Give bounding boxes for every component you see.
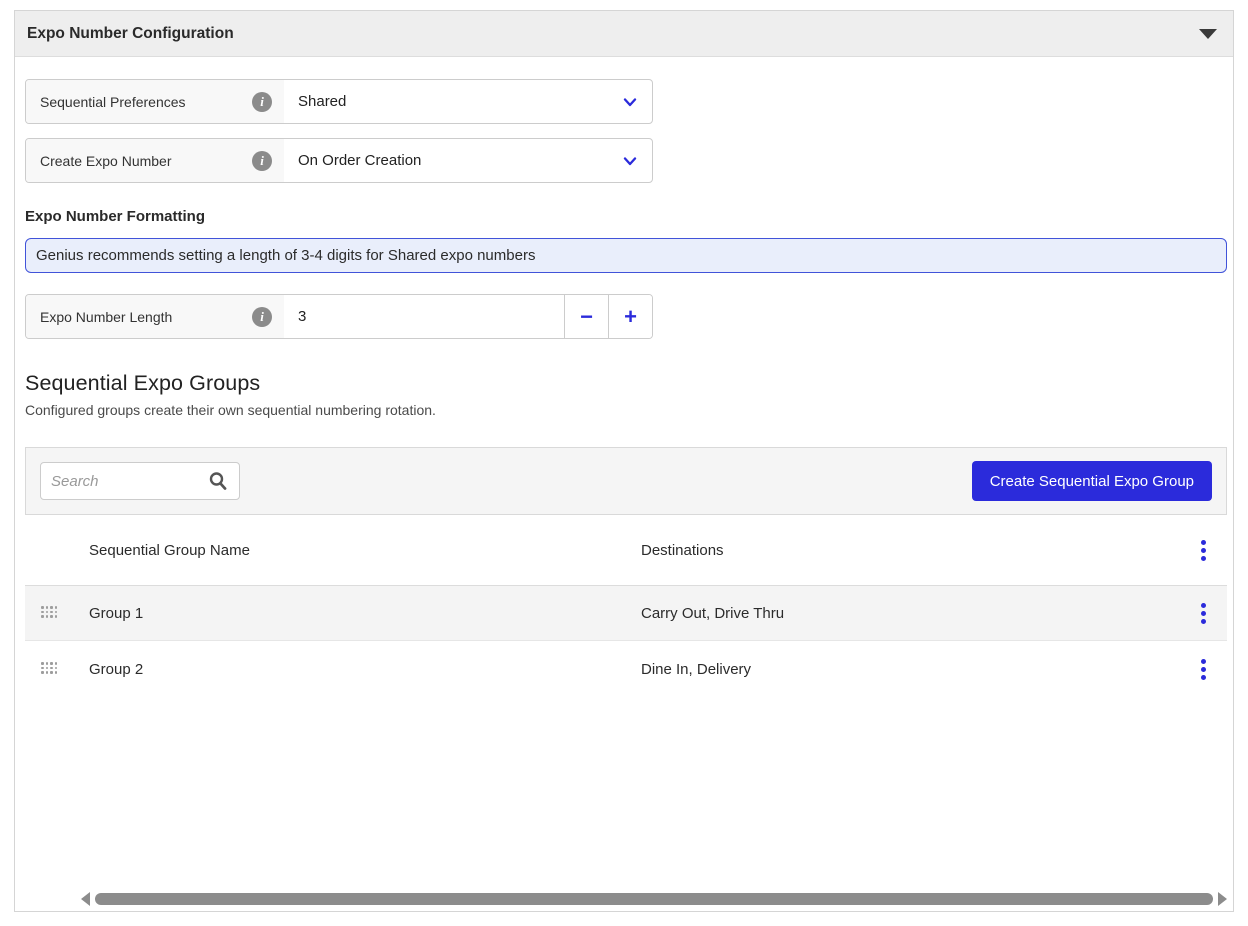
group-name: Group 2 xyxy=(89,661,641,678)
groups-toolbar: Create Sequential Expo Group xyxy=(25,447,1227,515)
search-box xyxy=(40,462,240,500)
drag-handle-icon[interactable] xyxy=(41,662,59,676)
table-row: Group 2 Dine In, Delivery xyxy=(25,641,1227,697)
groups-table-header: Sequential Group Name Destinations xyxy=(25,515,1227,585)
expo-number-length-field: Expo Number Length i 3 − + xyxy=(25,294,653,339)
info-icon[interactable]: i xyxy=(252,92,272,112)
scroll-left-arrow-icon[interactable] xyxy=(81,892,90,906)
panel-header: Expo Number Configuration xyxy=(15,11,1233,57)
search-icon[interactable] xyxy=(207,470,229,492)
info-icon[interactable]: i xyxy=(252,307,272,327)
row-kebab-menu-icon[interactable] xyxy=(1193,656,1213,682)
sequential-expo-groups-heading: Sequential Expo Groups xyxy=(25,371,1225,396)
table-row: Group 1 Carry Out, Drive Thru xyxy=(25,585,1227,641)
sequential-preferences-label: Sequential Preferences xyxy=(40,94,186,110)
create-expo-number-value: On Order Creation xyxy=(284,139,620,182)
genius-recommendation-banner: Genius recommends setting a length of 3-… xyxy=(25,238,1227,273)
create-expo-number-select[interactable]: Create Expo Number i On Order Creation xyxy=(25,138,653,183)
expo-number-configuration-panel: Expo Number Configuration Sequential Pre… xyxy=(14,10,1234,912)
drag-handle-icon[interactable] xyxy=(41,606,59,620)
horizontal-scrollbar xyxy=(81,891,1227,907)
expo-number-formatting-heading: Expo Number Formatting xyxy=(25,208,1225,225)
sequential-preferences-select[interactable]: Sequential Preferences i Shared xyxy=(25,79,653,124)
group-destinations: Dine In, Delivery xyxy=(641,661,1179,678)
chevron-down-icon xyxy=(620,139,640,182)
table-kebab-menu-icon[interactable] xyxy=(1193,537,1213,563)
column-header-sequential-group-name: Sequential Group Name xyxy=(89,542,641,559)
column-header-destinations: Destinations xyxy=(641,542,1179,559)
row-kebab-menu-icon[interactable] xyxy=(1193,600,1213,626)
chevron-down-icon xyxy=(620,80,640,123)
panel-content: Sequential Preferences i Shared Create E… xyxy=(15,57,1233,697)
collapse-chevron-icon[interactable] xyxy=(1199,29,1217,39)
panel-title: Expo Number Configuration xyxy=(27,25,234,43)
sequential-expo-groups-subheading: Configured groups create their own seque… xyxy=(25,402,1225,418)
increment-button[interactable]: + xyxy=(608,295,652,338)
expo-number-length-label: Expo Number Length xyxy=(40,309,172,325)
scrollbar-thumb[interactable] xyxy=(95,893,1213,905)
sequential-preferences-label-cell: Sequential Preferences i xyxy=(26,80,284,123)
search-input[interactable] xyxy=(51,473,207,490)
group-name: Group 1 xyxy=(89,605,641,622)
sequential-preferences-value: Shared xyxy=(284,80,620,123)
decrement-button[interactable]: − xyxy=(564,295,608,338)
create-sequential-expo-group-button[interactable]: Create Sequential Expo Group xyxy=(972,461,1212,501)
expo-number-length-label-cell: Expo Number Length i xyxy=(26,295,284,338)
group-destinations: Carry Out, Drive Thru xyxy=(641,605,1179,622)
create-expo-number-label: Create Expo Number xyxy=(40,153,172,169)
info-icon[interactable]: i xyxy=(252,151,272,171)
expo-number-length-value[interactable]: 3 xyxy=(284,295,564,338)
scroll-right-arrow-icon[interactable] xyxy=(1218,892,1227,906)
create-expo-number-label-cell: Create Expo Number i xyxy=(26,139,284,182)
